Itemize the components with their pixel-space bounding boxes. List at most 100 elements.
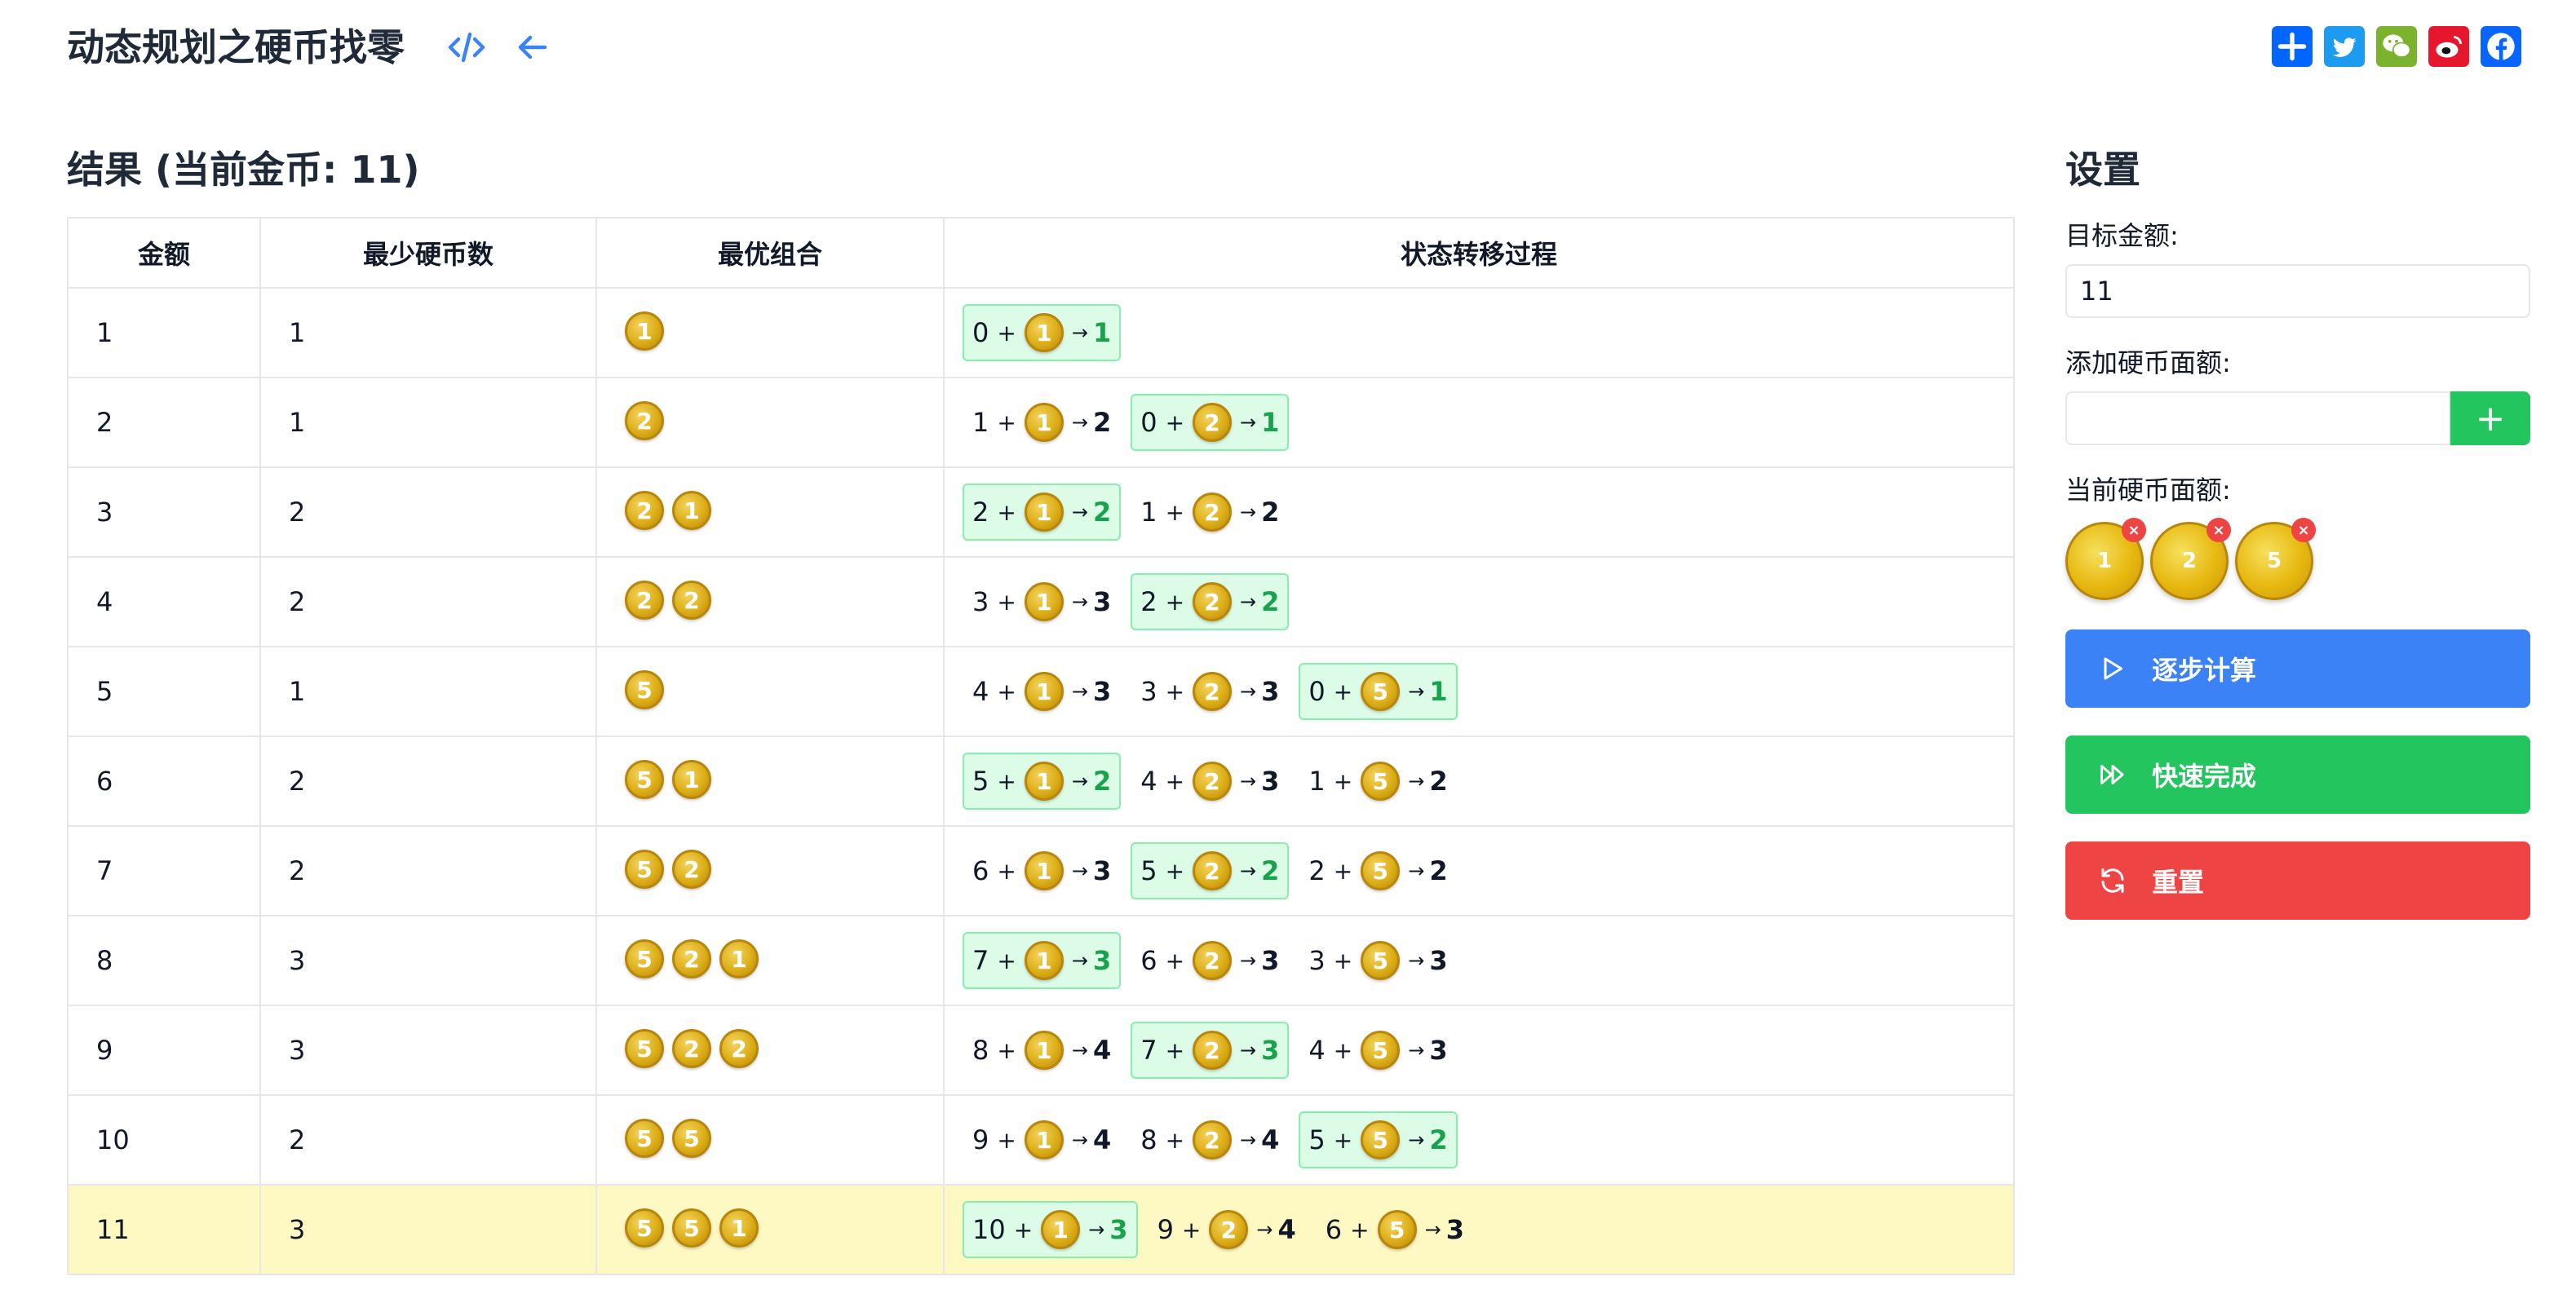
best-transition: 5 +1 → 2 bbox=[963, 753, 1122, 810]
wechat-icon[interactable] bbox=[2376, 26, 2417, 67]
from-amount: 0 bbox=[1308, 676, 1326, 707]
transition: 2 +5 → 2 bbox=[1299, 842, 1457, 899]
weibo-icon[interactable] bbox=[2428, 26, 2469, 67]
table-row: 7 2 5 2 6 +1 → 3 5 +2 → 2 2 +5 → 2 bbox=[67, 825, 2015, 917]
fast-complete-button[interactable]: 快速完成 bbox=[2065, 735, 2530, 814]
plus-sign: + bbox=[1165, 767, 1185, 795]
coin-badge: 2 bbox=[1193, 851, 1233, 890]
arrow-icon: → bbox=[1408, 1039, 1425, 1062]
transition: 1 +5 → 2 bbox=[1299, 753, 1457, 810]
plus-sign: + bbox=[1333, 947, 1353, 974]
remove-coin-button[interactable]: × bbox=[2206, 518, 2231, 542]
facebook-icon[interactable] bbox=[2481, 26, 2521, 67]
result-count: 2 bbox=[1429, 1124, 1448, 1155]
table-row: 9 3 5 2 2 8 +1 → 4 7 +2 → 3 4 +5 → 3 bbox=[67, 1005, 2015, 1096]
coin-badge: 1 bbox=[1024, 941, 1064, 980]
plus-sign: + bbox=[1013, 1216, 1033, 1243]
table-row: 1 1 1 0 +1 → 1 bbox=[67, 287, 2015, 378]
coin-badge: 5 bbox=[1361, 672, 1401, 711]
plus-sign: + bbox=[1333, 678, 1353, 705]
coin-badge: 5 bbox=[625, 670, 664, 710]
back-arrow-icon[interactable] bbox=[512, 28, 551, 67]
target-amount-input[interactable] bbox=[2065, 264, 2530, 318]
from-amount: 10 bbox=[972, 1214, 1006, 1245]
from-amount: 4 bbox=[1308, 1035, 1326, 1066]
combo-coins: 52 bbox=[625, 850, 716, 890]
transitions-cell: 3 +1 → 3 2 +2 → 2 bbox=[943, 556, 2015, 647]
coin-badge: 1 bbox=[625, 311, 664, 351]
reset-button[interactable]: 重置 bbox=[2065, 841, 2530, 920]
from-amount: 1 bbox=[972, 407, 989, 438]
coin-badge: 1 bbox=[1041, 1210, 1081, 1249]
best-combo-cell: 522 bbox=[595, 1005, 945, 1096]
best-transition: 2 +2 → 2 bbox=[1131, 573, 1290, 630]
coin-badge: 2 bbox=[719, 1029, 759, 1069]
coin-value: 5 bbox=[2266, 549, 2282, 573]
add-coin-button[interactable]: + bbox=[2450, 391, 2530, 445]
transition: 8 +2 → 4 bbox=[1131, 1111, 1289, 1168]
from-amount: 6 bbox=[1325, 1214, 1343, 1245]
arrow-icon: → bbox=[1240, 1129, 1257, 1151]
amount-cell: 1 bbox=[67, 287, 261, 378]
from-amount: 3 bbox=[1308, 945, 1326, 976]
transitions-cell: 2 +1 → 2 1 +2 → 2 bbox=[943, 466, 2015, 558]
amount-cell: 2 bbox=[67, 377, 261, 468]
transition: 3 +2 → 3 bbox=[1131, 663, 1289, 720]
min-coins-cell: 3 bbox=[259, 915, 597, 1006]
transition: 8 +1 → 4 bbox=[963, 1022, 1121, 1079]
target-amount-label: 目标金额: bbox=[2065, 220, 2179, 251]
amount-cell: 9 bbox=[67, 1005, 261, 1096]
plus-sign: + bbox=[997, 947, 1016, 974]
coin-badge: 5 bbox=[672, 1208, 711, 1248]
table-header-row: 金额 最少硬币数 最优组合 状态转移过程 bbox=[67, 217, 2015, 289]
combo-coins: 2 bbox=[625, 401, 669, 441]
remove-coin-button[interactable]: × bbox=[2291, 518, 2316, 542]
arrow-icon: → bbox=[1408, 1129, 1425, 1151]
coin-badge: 5 bbox=[1361, 851, 1401, 890]
coin-badge: 2 bbox=[1193, 1031, 1233, 1070]
result-count: 2 bbox=[1261, 855, 1280, 886]
share-plus-icon[interactable] bbox=[2272, 26, 2313, 67]
result-count: 2 bbox=[1429, 766, 1448, 797]
coin-badge: 1 bbox=[1024, 851, 1064, 890]
arrow-icon: → bbox=[1240, 411, 1257, 434]
remove-coin-button[interactable]: × bbox=[2122, 518, 2146, 542]
min-coins-cell: 3 bbox=[259, 1184, 597, 1275]
arrow-icon: → bbox=[1071, 1039, 1088, 1062]
from-amount: 6 bbox=[1140, 945, 1157, 976]
coin-badge: 5 bbox=[625, 760, 664, 800]
coin-badge: 5 bbox=[625, 1029, 664, 1069]
from-amount: 2 bbox=[1140, 586, 1157, 617]
combo-coins: 21 bbox=[625, 491, 716, 531]
coin-badge: 2 bbox=[625, 401, 664, 441]
plus-sign: + bbox=[997, 678, 1016, 705]
best-transition: 0 +5 → 1 bbox=[1299, 663, 1458, 720]
amount-cell: 3 bbox=[67, 466, 261, 558]
best-combo-cell: 551 bbox=[595, 1184, 945, 1275]
best-transition: 7 +1 → 3 bbox=[963, 932, 1122, 989]
from-amount: 8 bbox=[972, 1035, 989, 1066]
min-coins-cell: 2 bbox=[259, 735, 597, 827]
coin-badge: 5 bbox=[1361, 762, 1401, 801]
plus-sign: + bbox=[1165, 588, 1185, 616]
from-amount: 5 bbox=[972, 766, 989, 797]
arrow-icon: → bbox=[1240, 680, 1257, 703]
step-calculate-button[interactable]: 逐步计算 bbox=[2065, 629, 2530, 708]
amount-cell: 5 bbox=[67, 646, 261, 737]
combo-coins: 1 bbox=[625, 311, 669, 351]
from-amount: 2 bbox=[1308, 855, 1326, 886]
add-coin-input[interactable] bbox=[2065, 391, 2450, 445]
result-count: 1 bbox=[1261, 407, 1280, 438]
plus-sign: + bbox=[1165, 409, 1185, 436]
current-coin: 5 × bbox=[2235, 518, 2316, 600]
best-combo-cell: 55 bbox=[595, 1094, 945, 1186]
transitions-cell: 4 +1 → 3 3 +2 → 3 0 +5 → 1 bbox=[943, 646, 2015, 737]
result-count: 1 bbox=[1092, 317, 1112, 348]
best-combo-cell: 52 bbox=[595, 825, 945, 917]
best-transition: 7 +2 → 3 bbox=[1131, 1022, 1290, 1079]
code-icon[interactable] bbox=[447, 28, 486, 67]
twitter-icon[interactable] bbox=[2324, 26, 2365, 67]
table-row: 2 1 2 1 +1 → 2 0 +2 → 1 bbox=[67, 377, 2015, 468]
add-coin-row: + bbox=[2065, 391, 2530, 445]
combo-coins: 55 bbox=[625, 1119, 716, 1159]
